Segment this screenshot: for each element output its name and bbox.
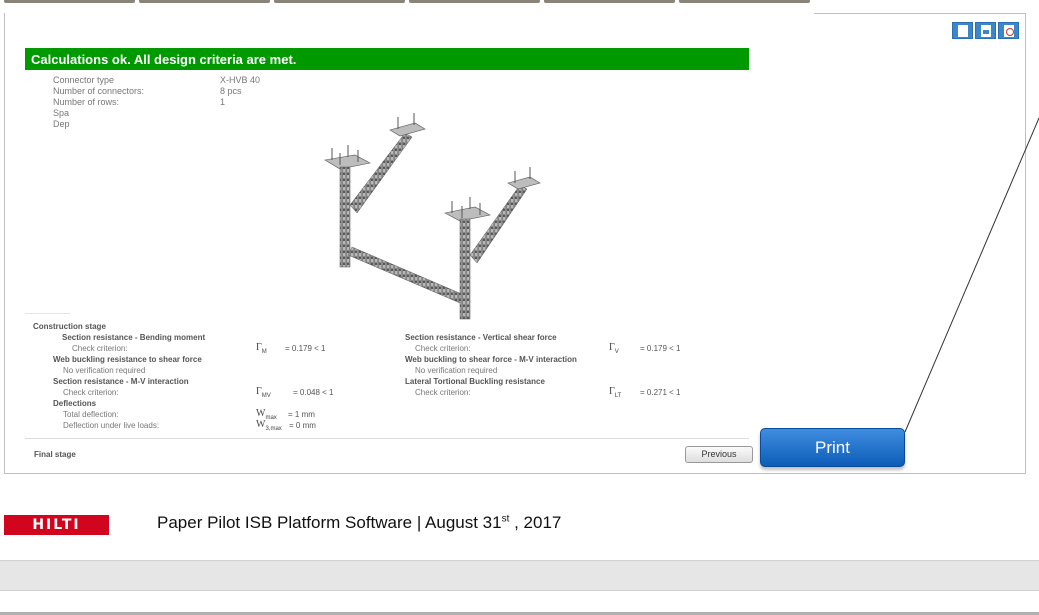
frame-3d-drawing xyxy=(324,113,541,320)
tab[interactable] xyxy=(274,0,405,3)
check-value: = 0.179 < 1 xyxy=(640,344,681,353)
property-label: Connector type xyxy=(53,75,115,85)
property-value: 1 xyxy=(220,97,226,107)
final-stage-title: Final stage xyxy=(34,450,76,459)
check-heading: Web buckling resistance to shear force xyxy=(53,355,202,364)
check-label: Total deflection: xyxy=(63,410,119,419)
pdf-icon[interactable] xyxy=(998,22,1019,39)
check-symbol: ΓMV xyxy=(256,386,271,399)
check-label: Check criterion: xyxy=(415,388,471,397)
check-symbol: W3,max xyxy=(256,419,282,432)
hilti-logo: HILTI xyxy=(4,515,109,535)
tab[interactable] xyxy=(139,0,270,3)
property-label: Dep xyxy=(53,119,70,129)
footer-caption-end: , 2017 xyxy=(509,513,562,532)
tab[interactable] xyxy=(679,0,810,3)
status-banner: Calculations ok. All design criteria are… xyxy=(25,48,749,70)
check-label: Check criterion: xyxy=(415,344,471,353)
check-heading: Section resistance - Bending moment xyxy=(62,333,206,342)
connector-properties: Connector type X-HVB 40 Number of connec… xyxy=(53,75,260,130)
property-row: Number of connectors: 8 pcs xyxy=(53,86,260,97)
check-symbol: ΓV xyxy=(609,342,619,355)
tab-strip xyxy=(0,0,812,4)
window-border xyxy=(814,13,1026,14)
footer-caption-main: Paper Pilot ISB Platform Software | Augu… xyxy=(157,513,502,532)
tab[interactable] xyxy=(544,0,675,3)
check-heading: Section resistance - Vertical shear forc… xyxy=(405,333,557,342)
property-label: Number of connectors: xyxy=(53,86,145,96)
property-row: Connector type X-HVB 40 xyxy=(53,75,260,86)
image-icon[interactable] xyxy=(975,22,996,39)
footer-caption: Paper Pilot ISB Platform Software | Augu… xyxy=(157,513,561,533)
export-toolbar xyxy=(952,22,1019,39)
check-value: = 0.179 < 1 xyxy=(285,344,326,353)
logo-text: HILTI xyxy=(32,517,81,533)
check-heading: Deflections xyxy=(53,399,97,408)
bottom-band xyxy=(0,560,1039,591)
check-label: Check criterion: xyxy=(72,344,128,353)
check-label: No verification required xyxy=(63,366,146,375)
property-value: X-HVB 40 xyxy=(220,75,261,85)
divider xyxy=(25,438,749,439)
check-label: Check criterion: xyxy=(63,388,119,397)
check-value: = 0 mm xyxy=(289,421,316,430)
check-value: = 0.271 < 1 xyxy=(640,388,681,397)
property-value: 8 pcs xyxy=(220,86,242,96)
check-symbol: ΓLT xyxy=(609,386,622,399)
check-heading: Lateral Tortional Buckling resistance xyxy=(405,377,545,386)
check-label: Deflection under live loads: xyxy=(63,421,160,430)
property-label: Spa xyxy=(53,108,70,118)
check-value: = 0.048 < 1 xyxy=(293,388,334,397)
property-row: Number of rows: 1 xyxy=(53,97,260,108)
construction-stage-title: Construction stage xyxy=(33,322,106,331)
check-label: No verification required xyxy=(415,366,498,375)
property-row: Dep xyxy=(53,119,260,130)
tab[interactable] xyxy=(409,0,540,3)
check-value: = 1 mm xyxy=(288,410,315,419)
left-assembly xyxy=(324,113,426,268)
property-label: Number of rows: xyxy=(53,97,120,107)
print-button[interactable]: Print xyxy=(760,428,905,467)
separator xyxy=(25,313,70,314)
check-heading: Web buckling to shear force - M-V intera… xyxy=(405,355,577,364)
property-row: Spa xyxy=(53,108,260,119)
previous-button[interactable]: Previous xyxy=(685,446,753,463)
check-symbol: ΓM xyxy=(256,342,267,355)
tab[interactable] xyxy=(4,0,135,3)
document-icon[interactable] xyxy=(952,22,973,39)
check-heading: Section resistance - M-V interaction xyxy=(53,377,189,386)
